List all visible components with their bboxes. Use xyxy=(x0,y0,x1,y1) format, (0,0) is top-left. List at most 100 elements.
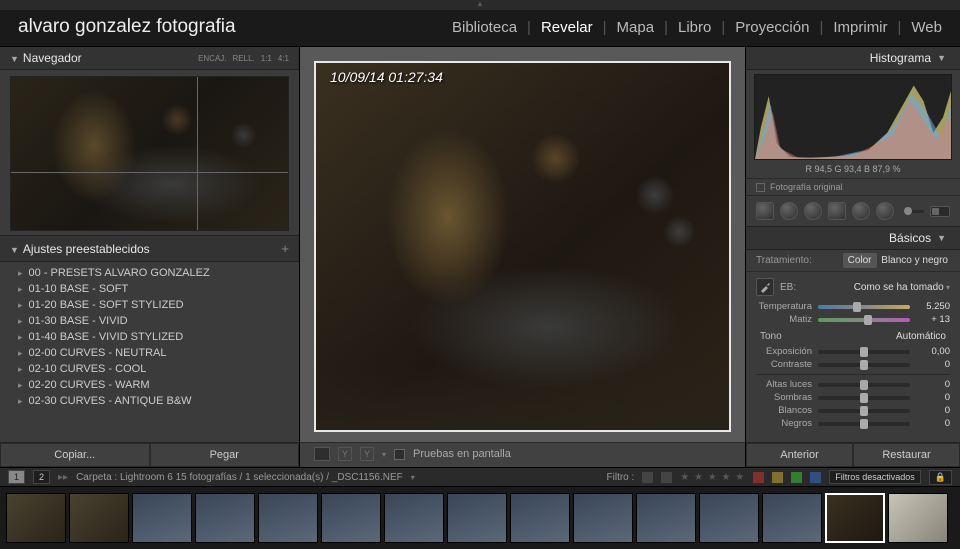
preset-list: 00 - PRESETS ALVARO GONZALEZ 01-10 BASE … xyxy=(0,262,299,442)
module-revelar[interactable]: Revelar xyxy=(541,19,593,36)
filmstrip-thumb[interactable] xyxy=(258,493,318,543)
center-toolbar: Y Y ▾ Pruebas en pantalla xyxy=(300,442,745,467)
preset-folder[interactable]: 02-20 CURVES - WARM xyxy=(0,377,299,393)
treatment-color[interactable]: Color xyxy=(843,253,877,268)
histogram-readout: R 94,5 G 93,4 B 87,9 % xyxy=(746,162,960,178)
original-photo-row: Fotografía original xyxy=(746,178,960,196)
brush-tool-icon[interactable] xyxy=(876,202,894,220)
main-image[interactable] xyxy=(314,61,731,432)
tone-label: Tono xyxy=(760,331,782,342)
basics-header[interactable]: Básicos▼ xyxy=(746,227,960,250)
highlights-slider[interactable] xyxy=(818,383,910,387)
flag-reject-icon[interactable] xyxy=(661,472,672,483)
before-after-y2-icon[interactable]: Y xyxy=(360,447,374,461)
preset-folder[interactable]: 01-40 BASE - VIVID STYLIZED xyxy=(0,329,299,345)
window-titlebar xyxy=(0,0,960,10)
label-red-icon[interactable] xyxy=(753,472,764,483)
zoom-1-1[interactable]: 1:1 xyxy=(261,54,272,63)
filters-off[interactable]: Filtros desactivados xyxy=(829,470,921,484)
label-blue-icon[interactable] xyxy=(810,472,821,483)
softproof-label: Pruebas en pantalla xyxy=(413,448,511,460)
treatment-row: Tratamiento: Color Blanco y negro xyxy=(746,250,960,272)
preset-folder[interactable]: 01-30 BASE - VIVID xyxy=(0,313,299,329)
filmstrip-thumb[interactable] xyxy=(132,493,192,543)
module-imprimir[interactable]: Imprimir xyxy=(833,19,887,36)
module-proyeccion[interactable]: Proyección xyxy=(735,19,809,36)
center-canvas: 10/09/14 01:27:34 Y Y ▾ Pruebas en panta… xyxy=(300,47,745,467)
filmstrip-path[interactable]: Carpeta : Lightroom 6 15 fotografías / 1… xyxy=(76,472,403,483)
preset-folder[interactable]: 01-10 BASE - SOFT xyxy=(0,281,299,297)
gradient-tool-icon[interactable] xyxy=(828,202,846,220)
contrast-slider[interactable] xyxy=(818,363,910,367)
previous-button[interactable]: Anterior xyxy=(746,443,853,467)
module-biblioteca[interactable]: Biblioteca xyxy=(452,19,517,36)
preset-folder[interactable]: 02-00 CURVES - NEUTRAL xyxy=(0,345,299,361)
label-yellow-icon[interactable] xyxy=(772,472,783,483)
zoom-fit[interactable]: ENCAJ. xyxy=(198,54,226,63)
navigator-title: Navegador xyxy=(23,51,82,65)
preset-folder[interactable]: 01-20 BASE - SOFT STYLIZED xyxy=(0,297,299,313)
image-timestamp: 10/09/14 01:27:34 xyxy=(330,69,443,85)
wb-dropper-icon[interactable] xyxy=(756,278,774,296)
left-panel-footer: Copiar... Pegar xyxy=(0,442,299,467)
label-green-icon[interactable] xyxy=(791,472,802,483)
secondary-display-1[interactable]: 1 xyxy=(8,470,25,484)
module-libro[interactable]: Libro xyxy=(678,19,711,36)
preset-folder[interactable]: 02-10 CURVES - COOL xyxy=(0,361,299,377)
histogram-chart[interactable] xyxy=(754,74,952,160)
reset-button[interactable]: Restaurar xyxy=(853,443,960,467)
module-mapa[interactable]: Mapa xyxy=(617,19,655,36)
zoom-fill[interactable]: RELL. xyxy=(233,54,255,63)
redeye-tool-icon[interactable] xyxy=(804,202,822,220)
original-checkbox[interactable] xyxy=(756,183,765,192)
navigator-header[interactable]: ▼Navegador ENCAJ. RELL. 1:1 4:1 xyxy=(0,47,299,70)
wb-select[interactable]: Como se ha tomado xyxy=(802,282,950,293)
filmstrip-thumb[interactable] xyxy=(762,493,822,543)
paste-button[interactable]: Pegar xyxy=(150,443,300,467)
before-after-y1-icon[interactable]: Y xyxy=(338,447,352,461)
crop-tool-icon[interactable] xyxy=(756,202,774,220)
zoom-4-1[interactable]: 4:1 xyxy=(278,54,289,63)
preset-folder[interactable]: 00 - PRESETS ALVARO GONZALEZ xyxy=(0,265,299,281)
treatment-bw[interactable]: Blanco y negro xyxy=(879,253,950,268)
tool-opacity-slider[interactable] xyxy=(904,210,924,213)
temperature-slider[interactable] xyxy=(818,305,910,309)
preset-folder[interactable]: 02-30 CURVES - ANTIQUE B&W xyxy=(0,393,299,409)
shadows-slider[interactable] xyxy=(818,396,910,400)
histogram-header[interactable]: Histograma▼ xyxy=(746,47,960,70)
flag-pick-icon[interactable] xyxy=(642,472,653,483)
filmstrip-thumb[interactable] xyxy=(6,493,66,543)
add-preset-icon[interactable]: + xyxy=(281,241,289,256)
presets-header[interactable]: ▼Ajustes preestablecidos + xyxy=(0,235,299,262)
loupe-view-icon[interactable] xyxy=(314,447,330,461)
filmstrip-thumb[interactable] xyxy=(69,493,129,543)
filter-lock-icon[interactable]: 🔒 xyxy=(929,470,952,485)
filmstrip-thumb[interactable] xyxy=(636,493,696,543)
softproof-checkbox[interactable] xyxy=(394,449,405,460)
filmstrip-thumb[interactable] xyxy=(384,493,444,543)
whites-slider[interactable] xyxy=(818,409,910,413)
filmstrip-thumb[interactable] xyxy=(321,493,381,543)
auto-tone-button[interactable]: Automático xyxy=(896,331,946,342)
module-web[interactable]: Web xyxy=(911,19,942,36)
filmstrip-thumb[interactable] xyxy=(510,493,570,543)
exposure-slider[interactable] xyxy=(818,350,910,354)
radial-tool-icon[interactable] xyxy=(852,202,870,220)
filmstrip-thumb-selected[interactable] xyxy=(825,493,885,543)
spot-tool-icon[interactable] xyxy=(780,202,798,220)
tint-slider[interactable] xyxy=(818,318,910,322)
rating-filter[interactable]: ★ ★ ★ ★ ★ xyxy=(680,472,745,483)
filmstrip-thumb[interactable] xyxy=(699,493,759,543)
copy-button[interactable]: Copiar... xyxy=(0,443,150,467)
layout-menu-icon[interactable]: ▾ xyxy=(382,450,386,459)
identity-plate: alvaro gonzalez fotografia xyxy=(18,16,236,38)
filter-label: Filtro : xyxy=(607,472,635,483)
secondary-display-2[interactable]: 2 xyxy=(33,470,50,484)
navigator-preview[interactable] xyxy=(0,70,299,235)
blacks-slider[interactable] xyxy=(818,422,910,426)
filmstrip-thumb[interactable] xyxy=(447,493,507,543)
filmstrip-thumb[interactable] xyxy=(888,493,948,543)
filmstrip-thumb[interactable] xyxy=(195,493,255,543)
tool-switch[interactable] xyxy=(930,206,950,217)
filmstrip-thumb[interactable] xyxy=(573,493,633,543)
